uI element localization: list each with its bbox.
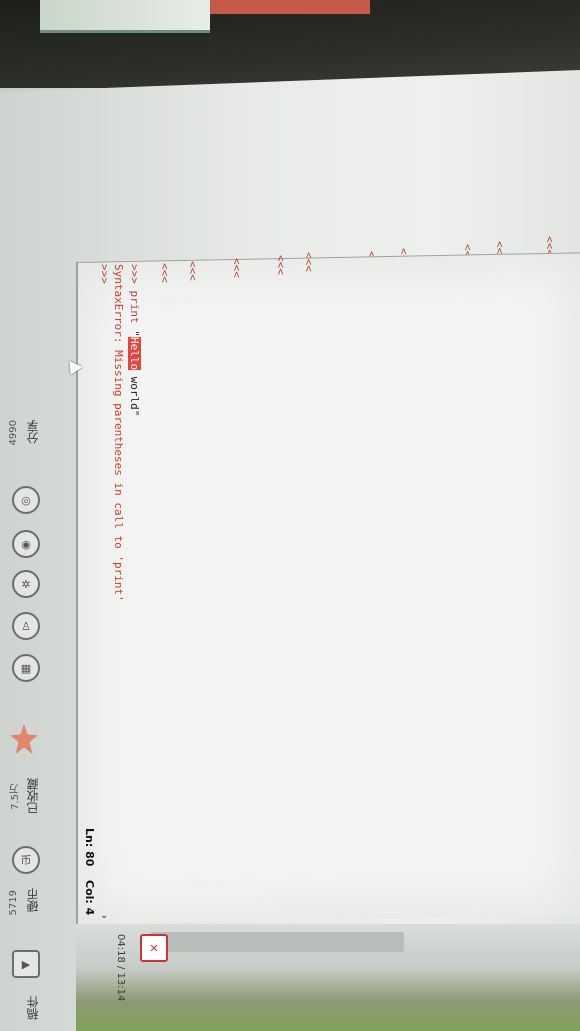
shell-prompt: >>>	[302, 252, 315, 272]
shell-error-line: SyntaxError: Missing parentheses in call…	[112, 264, 125, 602]
horizontal-scrollbar[interactable]	[150, 932, 404, 952]
video-time: 04:18 / 13:14	[115, 934, 126, 1002]
coin-icon[interactable]: 币	[12, 846, 40, 874]
report-label[interactable]: 稿件	[24, 996, 41, 1020]
python-shell-window[interactable]	[76, 252, 580, 925]
weibo-icon[interactable]: ◉	[12, 530, 40, 558]
shell-prompt: >>>	[158, 263, 171, 283]
shell-command-line: >>> print "Hello world"	[128, 264, 141, 417]
tieba-icon[interactable]: ▦	[12, 654, 40, 682]
shell-prompt: >>>	[274, 255, 287, 275]
video-icon[interactable]: ▶	[12, 950, 40, 978]
qq-icon[interactable]: ♙	[12, 612, 40, 640]
shell-command-quote: "	[128, 330, 141, 337]
photo-frame: >>> >>> >>> >>> >>> >>> >>> >>> >>> >>> …	[0, 0, 580, 1031]
status-col-number: Col: 4	[83, 880, 96, 916]
wechat-icon[interactable]: ◎	[12, 486, 40, 514]
search-highlight: Hello	[128, 336, 141, 370]
qq-zone-icon[interactable]: ✲	[12, 570, 40, 598]
coin-label[interactable]: 硬币	[24, 888, 41, 912]
favorite-count: 7.5万	[10, 784, 21, 810]
shell-prompt: >>>	[186, 261, 199, 281]
chevron-down-icon[interactable]: ⌄	[100, 910, 108, 921]
coin-count: 5719	[8, 890, 19, 916]
desk-book-spine	[210, 0, 370, 14]
share-label[interactable]: 分享	[24, 420, 41, 444]
share-count: 4990	[8, 420, 19, 446]
status-line-number: Ln: 80	[83, 828, 96, 867]
player-logo-icon[interactable]: ✕	[140, 934, 168, 962]
shell-prompt: >>>	[230, 258, 243, 278]
shell-prompt-active[interactable]: >>>	[98, 264, 111, 284]
shell-command-rest: world"	[128, 369, 141, 417]
shell-command-text: >>> print	[128, 264, 141, 331]
favorite-label[interactable]: 已收藏	[24, 778, 41, 814]
desk-book	[40, 0, 210, 33]
